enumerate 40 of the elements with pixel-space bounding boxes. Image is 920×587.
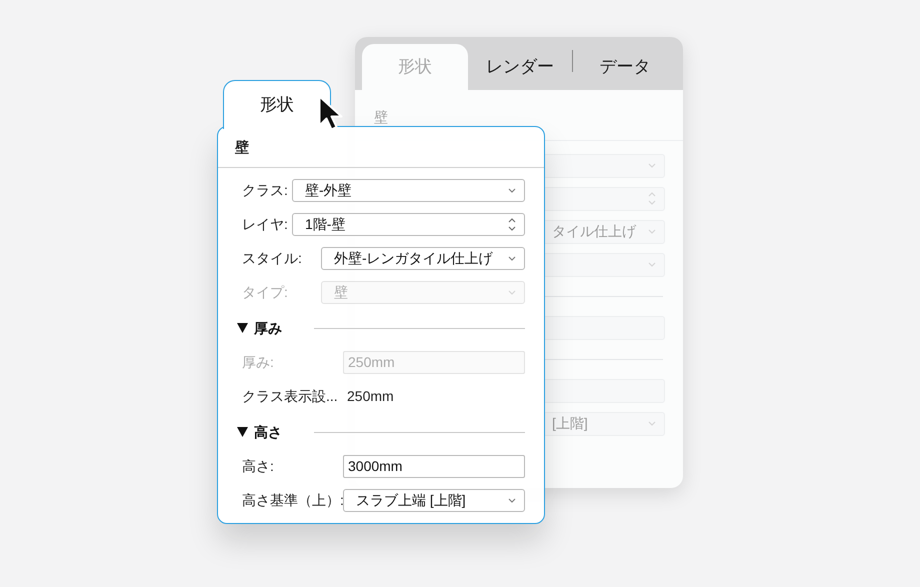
input-field[interactable] (543, 378, 665, 402)
section-title: 壁 (374, 109, 388, 125)
dropdown[interactable] (543, 154, 665, 178)
field-value: タイル仕上げ (552, 222, 638, 241)
field-label: 高さ基準（上）: (242, 490, 343, 510)
value-text: 250mm (346, 386, 395, 406)
triangle-down-icon[interactable] (237, 427, 248, 437)
tab[interactable]: レンダー (468, 44, 572, 90)
input-field[interactable]: 3000mm (343, 454, 525, 478)
triangle-down-icon[interactable] (237, 323, 248, 333)
field-label: スタイル: (242, 248, 303, 268)
dropdown[interactable]: スラブ上端 [上階] (343, 488, 525, 512)
dropdown[interactable] (543, 252, 665, 276)
input-field[interactable] (543, 316, 665, 340)
chevron-down-icon (648, 421, 656, 426)
dropdown[interactable]: 外壁-レンガタイル仕上げ (321, 246, 525, 270)
chevron-down-icon (508, 256, 516, 260)
field-label: クラス: (242, 180, 289, 200)
chevron-down-icon (508, 188, 516, 192)
stepper-icon (508, 218, 516, 230)
tab[interactable]: 形状 (223, 80, 331, 129)
chevron-down-icon (648, 163, 656, 168)
chevron-down-icon (508, 290, 516, 294)
group-title: 高さ (254, 422, 282, 442)
chevron-down-icon (648, 229, 656, 234)
chevron-down-icon (648, 262, 656, 267)
section-title: 壁 (235, 138, 249, 156)
chevron-down-icon (508, 498, 516, 502)
field-label: 高さ: (242, 456, 275, 476)
stepper-icon (648, 192, 656, 205)
dropdown[interactable]: 1階-壁 (292, 212, 525, 236)
field-label: 厚み: (242, 352, 275, 372)
field-label: レイヤ: (242, 214, 289, 234)
field-value: [上階] (552, 414, 589, 433)
dropdown[interactable] (543, 186, 665, 210)
field-label: クラス表示設... (242, 386, 339, 406)
field-label: タイプ: (242, 282, 289, 302)
tab[interactable]: データ (573, 44, 677, 90)
dropdown[interactable]: 壁-外壁 (292, 178, 525, 202)
group-title: 厚み (254, 318, 282, 338)
